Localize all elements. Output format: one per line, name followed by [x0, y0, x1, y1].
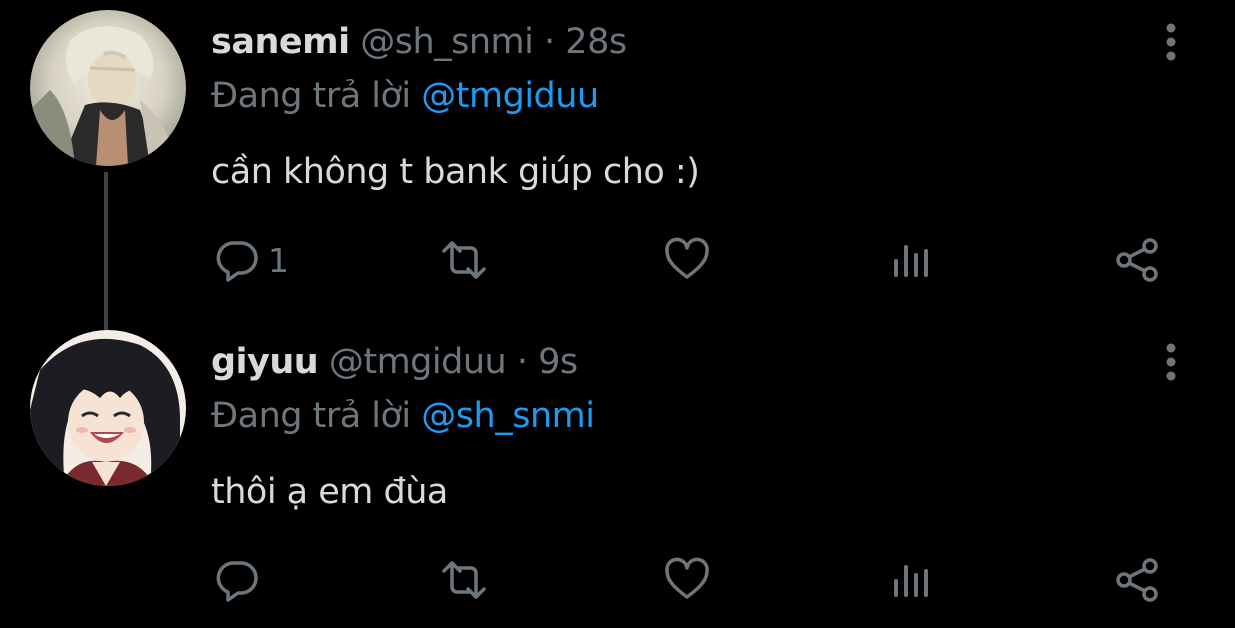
sanemi-avatar-icon [30, 10, 186, 166]
share-icon [1116, 238, 1158, 282]
retweet-icon [442, 241, 486, 279]
more-options-button[interactable] [1156, 342, 1186, 382]
reply-icon [216, 241, 258, 282]
mention-link[interactable]: @tmgiduu [421, 76, 599, 116]
share-button[interactable] [1114, 550, 1160, 610]
retweet-icon [442, 561, 486, 599]
reply-button[interactable] [214, 550, 268, 610]
tweet-header: sanemi @sh_snmi · 28s [211, 20, 627, 64]
analytics-button[interactable] [890, 550, 934, 610]
avatar[interactable] [30, 10, 186, 166]
display-name[interactable]: giyuu [211, 342, 319, 382]
reply-count: 1 [268, 240, 289, 280]
separator-dot: · [516, 342, 528, 382]
share-button[interactable] [1114, 230, 1160, 290]
more-options-button[interactable] [1156, 22, 1186, 62]
tweet-actions [0, 550, 1235, 610]
separator-dot: · [544, 22, 555, 62]
like-button[interactable] [664, 550, 710, 610]
replying-to: Đang trả lời @sh_snmi [211, 394, 595, 438]
share-icon [1116, 558, 1158, 602]
replying-prefix: Đang trả lời [211, 76, 411, 116]
replying-prefix: Đang trả lời [211, 396, 411, 436]
display-name[interactable]: sanemi [211, 22, 350, 62]
analytics-button[interactable] [890, 230, 934, 290]
mention-link[interactable]: @sh_snmi [421, 396, 595, 436]
reply-icon [216, 561, 258, 602]
tweet-text: cần không t bank giúp cho :) [211, 152, 700, 192]
user-handle[interactable]: @tmgiduu [329, 342, 507, 382]
timestamp[interactable]: 9s [538, 342, 578, 382]
analytics-icon [894, 245, 928, 277]
heart-icon [665, 557, 709, 599]
retweet-button[interactable] [440, 550, 488, 610]
heart-icon [665, 237, 709, 279]
giyuu-avatar-icon [30, 330, 186, 486]
avatar[interactable] [30, 330, 186, 486]
tweet-actions: 1 [0, 230, 1235, 290]
more-vertical-icon [1166, 23, 1176, 61]
more-vertical-icon [1166, 343, 1176, 381]
tweet-text: thôi ạ em đùa [211, 472, 448, 512]
retweet-button[interactable] [440, 230, 488, 290]
replying-to: Đang trả lời @tmgiduu [211, 74, 599, 118]
user-handle[interactable]: @sh_snmi [360, 22, 534, 62]
like-button[interactable] [664, 230, 710, 290]
tweet-thread: sanemi @sh_snmi · 28s Đang trả lời @tmgi… [0, 0, 1235, 628]
analytics-icon [894, 565, 928, 597]
tweet-header: giyuu @tmgiduu · 9s [211, 340, 578, 384]
reply-button[interactable]: 1 [214, 230, 289, 290]
timestamp[interactable]: 28s [565, 22, 627, 62]
